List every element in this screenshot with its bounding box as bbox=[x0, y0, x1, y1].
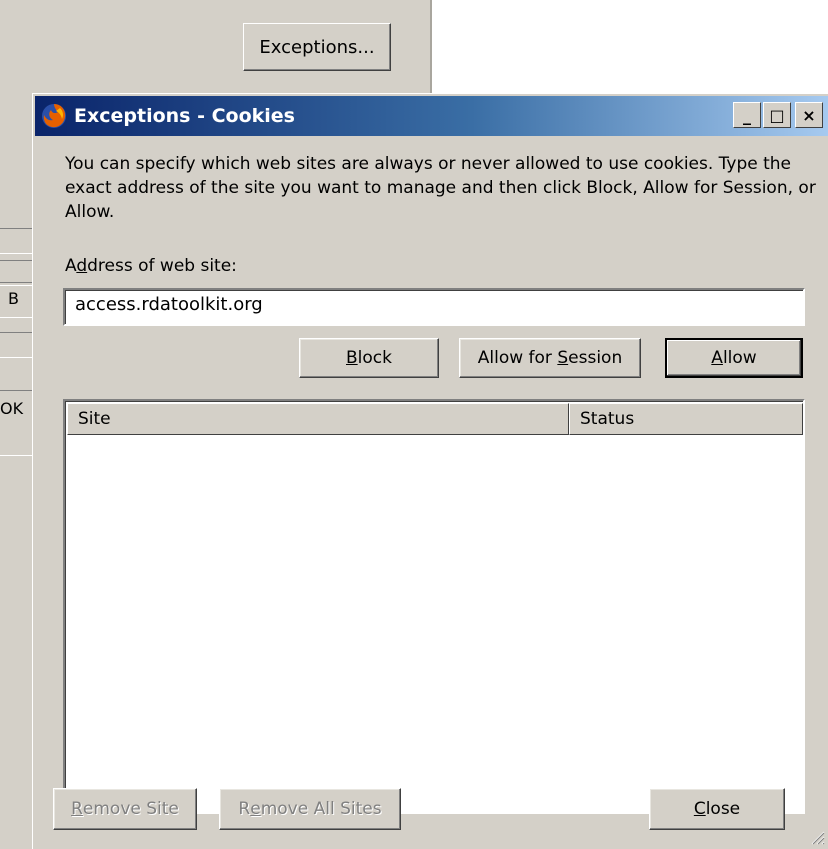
remove-site-button[interactable]: Remove Site bbox=[53, 788, 197, 830]
close-button-accelerator: C bbox=[693, 799, 706, 819]
address-input[interactable]: access.rdatoolkit.org bbox=[63, 288, 805, 326]
column-header-status[interactable]: Status bbox=[569, 403, 803, 435]
close-button-label: lose bbox=[705, 799, 741, 819]
maximize-button[interactable]: □ bbox=[763, 102, 791, 128]
exceptions-dialog: Exceptions - Cookies _ □ × You can speci… bbox=[32, 93, 828, 849]
allow-for-session-button[interactable]: Allow for Session bbox=[459, 338, 641, 378]
column-header-status-label: Status bbox=[580, 409, 635, 429]
parent-exceptions-button[interactable]: Exceptions... bbox=[243, 23, 391, 71]
remove-all-sites-label: R bbox=[238, 799, 251, 819]
close-button[interactable]: Close bbox=[649, 788, 785, 830]
exceptions-list[interactable]: Site Status bbox=[63, 399, 805, 814]
parent-window-divider bbox=[430, 0, 433, 96]
address-label: Address of web site: bbox=[65, 256, 237, 276]
dialog-title: Exceptions - Cookies bbox=[74, 105, 295, 127]
firefox-icon bbox=[42, 104, 66, 128]
address-label-text: dress of web site: bbox=[87, 256, 237, 276]
minimize-icon: _ bbox=[743, 105, 751, 125]
parent-exceptions-label: Exceptions... bbox=[259, 36, 375, 58]
block-button-accelerator: B bbox=[346, 348, 358, 368]
allow-for-session-label: ession bbox=[568, 348, 623, 368]
allow-button-accelerator: A bbox=[711, 348, 723, 368]
minimize-button[interactable]: _ bbox=[733, 102, 761, 128]
parent-edge-label: B bbox=[8, 289, 19, 308]
column-header-site[interactable]: Site bbox=[67, 403, 569, 435]
block-button[interactable]: Block bbox=[299, 338, 439, 378]
close-icon: × bbox=[802, 105, 816, 125]
list-header: Site Status bbox=[67, 403, 803, 435]
remove-site-label: emove Site bbox=[82, 799, 179, 819]
address-label-accelerator: d bbox=[76, 256, 88, 276]
remove-all-sites-accelerator: e bbox=[250, 799, 261, 819]
dialog-titlebar[interactable]: Exceptions - Cookies _ □ × bbox=[35, 96, 828, 136]
address-label-text: A bbox=[65, 256, 77, 276]
window-controls: _ □ × bbox=[733, 102, 823, 128]
allow-button-label: llow bbox=[722, 348, 757, 368]
parent-window-panel bbox=[433, 0, 828, 96]
allow-for-session-label: Allow for bbox=[477, 348, 558, 368]
close-window-button[interactable]: × bbox=[795, 102, 823, 128]
remove-all-sites-label: move All Sites bbox=[260, 799, 382, 819]
block-button-label: lock bbox=[357, 348, 392, 368]
parent-ok-label: OK bbox=[0, 399, 24, 418]
dialog-description: You can specify which web sites are alwa… bbox=[65, 154, 816, 222]
allow-for-session-accelerator: S bbox=[557, 348, 569, 368]
allow-button[interactable]: Allow bbox=[665, 338, 803, 378]
column-header-site-label: Site bbox=[78, 409, 111, 429]
remove-site-accelerator: R bbox=[71, 799, 83, 819]
resize-grip-icon[interactable] bbox=[809, 829, 825, 845]
maximize-icon: □ bbox=[769, 105, 785, 125]
address-input-value: access.rdatoolkit.org bbox=[75, 294, 263, 315]
remove-all-sites-button[interactable]: Re move All Sites bbox=[219, 788, 401, 830]
